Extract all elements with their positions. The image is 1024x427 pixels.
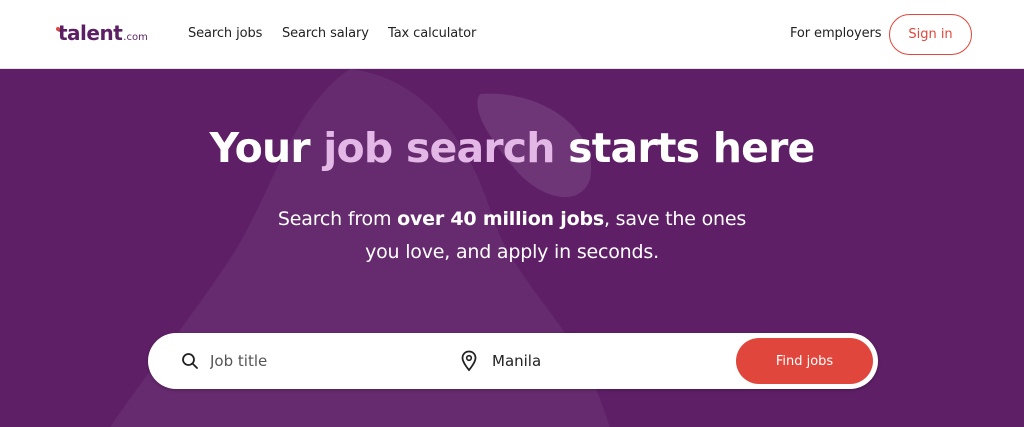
headline-end: starts here	[554, 124, 815, 172]
subheading-post: , save the ones	[603, 208, 747, 230]
search-icon	[182, 353, 198, 369]
logo-word: talent	[58, 21, 123, 45]
headline-start: Your	[209, 124, 324, 172]
job-title-input[interactable]	[210, 343, 440, 379]
logo-suffix: .com	[123, 32, 148, 43]
nav-link-tax-calculator[interactable]: Tax calculator	[388, 26, 476, 41]
talent-logo[interactable]: talent .com	[54, 21, 148, 49]
hero-headline: Your job search starts here	[0, 124, 1024, 172]
top-navigation: talent .com Search jobs Search salary Ta…	[0, 0, 1024, 69]
find-jobs-button[interactable]: Find jobs	[736, 338, 873, 384]
job-search-bar: Find jobs	[148, 333, 878, 389]
sign-in-button[interactable]: Sign in	[889, 14, 972, 55]
nav-link-search-salary[interactable]: Search salary	[282, 26, 369, 41]
nav-link-search-jobs[interactable]: Search jobs	[188, 26, 262, 41]
subheading-pre: Search from	[277, 208, 398, 230]
logo-dot	[56, 27, 60, 31]
hero-subheading: Search from over 40 million jobs, save t…	[212, 203, 812, 269]
location-pin-icon	[461, 350, 477, 372]
subheading-bold: over 40 million jobs	[397, 208, 604, 230]
headline-accent: job search	[323, 124, 555, 172]
location-input[interactable]	[492, 343, 712, 379]
subheading-line2: you love, and apply in seconds.	[365, 241, 659, 263]
hero-section: Your job search starts here Search from …	[0, 69, 1024, 427]
nav-link-for-employers[interactable]: For employers	[790, 26, 882, 41]
